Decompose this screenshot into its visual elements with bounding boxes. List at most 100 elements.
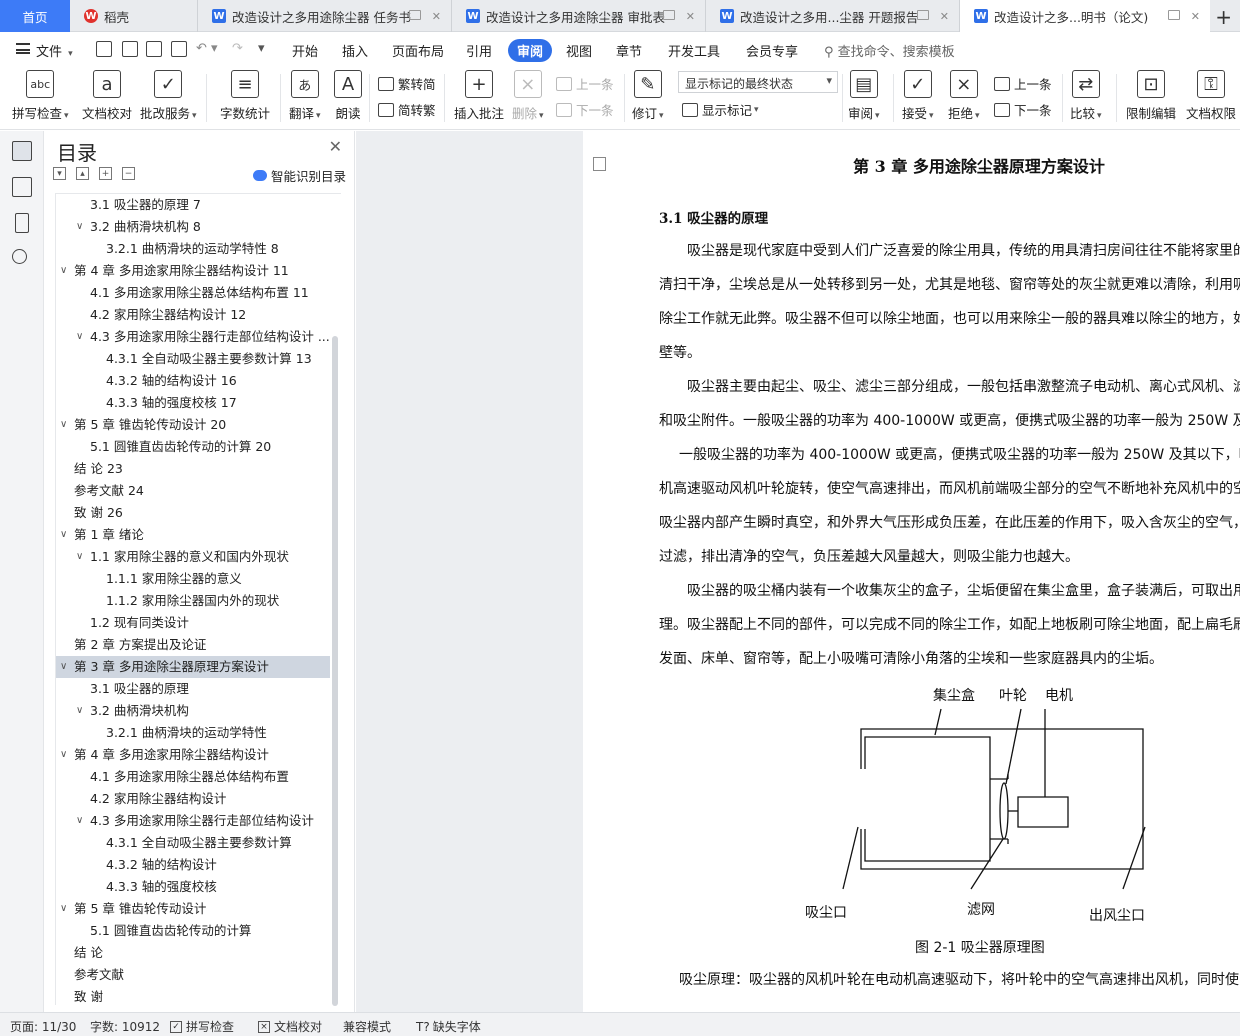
- menu-file[interactable]: 文件 ▾: [36, 41, 73, 60]
- toc-item[interactable]: ∨ 第 5 章 锥齿轮传动设计 20: [56, 414, 330, 436]
- print-icon[interactable]: [146, 41, 162, 57]
- save-icon[interactable]: [96, 41, 112, 57]
- menu-review[interactable]: 审阅: [508, 39, 553, 62]
- toc-item[interactable]: ∨ 第 4 章 多用途家用除尘器结构设计: [56, 744, 330, 766]
- toc-item[interactable]: 4.3.1 全自动吸尘器主要参数计算 13: [56, 348, 330, 370]
- menu-reference[interactable]: 引用: [466, 41, 492, 60]
- chevron-down-icon[interactable]: ∨: [60, 656, 67, 678]
- pin-icon[interactable]: [409, 10, 421, 20]
- track-changes-button[interactable]: ✎ 修订 ▾: [632, 70, 664, 122]
- toc-item[interactable]: 4.3.3 轴的强度校核 17: [56, 392, 330, 414]
- expand-up-icon[interactable]: ▴: [76, 167, 89, 180]
- undo-icon[interactable]: ↶ ▾: [196, 41, 218, 56]
- toc-item[interactable]: 3.2.1 曲柄滑块的运动学特性: [56, 722, 330, 744]
- toc-item[interactable]: 4.1 多用途家用除尘器总体结构布置 11: [56, 282, 330, 304]
- doc-proof-button[interactable]: a 文档校对: [82, 70, 132, 122]
- toc-item[interactable]: 3.1 吸尘器的原理: [56, 678, 330, 700]
- tab-docer[interactable]: W 稻壳: [70, 0, 198, 32]
- menu-dev-tools[interactable]: 开发工具: [668, 41, 720, 60]
- chevron-down-icon[interactable]: ∨: [76, 700, 83, 722]
- toc-item[interactable]: 结 论 23: [56, 458, 330, 480]
- toc-item[interactable]: 致 谢 26: [56, 502, 330, 524]
- close-icon[interactable]: ✕: [1191, 10, 1200, 23]
- chevron-down-icon[interactable]: ∨: [60, 898, 67, 920]
- page-indicator[interactable]: 页面: 11/30: [10, 1018, 76, 1035]
- scrollbar[interactable]: [332, 336, 338, 1006]
- close-icon[interactable]: ✕: [686, 10, 695, 23]
- compare-button[interactable]: ⇄ 比较 ▾: [1070, 70, 1102, 122]
- search-icon[interactable]: [12, 249, 27, 264]
- to-simplified-button[interactable]: 简转繁: [378, 100, 436, 119]
- toc-item[interactable]: ∨ 3.2 曲柄滑块机构: [56, 700, 330, 722]
- new-tab-button[interactable]: +: [1215, 5, 1232, 29]
- restrict-edit-button[interactable]: ⊡ 限制编辑: [1126, 70, 1176, 122]
- toc-item[interactable]: 5.1 圆锥直齿齿轮传动的计算 20: [56, 436, 330, 458]
- chevron-down-icon[interactable]: ∨: [60, 414, 67, 436]
- insert-comment-button[interactable]: + 插入批注: [454, 70, 504, 122]
- menu-start[interactable]: 开始: [292, 41, 318, 60]
- word-count[interactable]: 字数: 10912: [90, 1018, 160, 1035]
- tab-home[interactable]: 首页: [0, 0, 70, 32]
- read-aloud-button[interactable]: A 朗读: [334, 70, 362, 122]
- toc-item[interactable]: 4.3.1 全自动吸尘器主要参数计算: [56, 832, 330, 854]
- accept-button[interactable]: ✓ 接受 ▾: [902, 70, 934, 122]
- redo-icon[interactable]: ↷: [232, 41, 243, 56]
- menu-page-layout[interactable]: 页面布局: [392, 41, 444, 60]
- pin-icon[interactable]: [1168, 10, 1180, 20]
- delete-comment-button[interactable]: × 删除 ▾: [512, 70, 544, 122]
- chevron-down-icon[interactable]: ∨: [76, 216, 83, 238]
- tab-proposal[interactable]: W 改造设计之多用...尘器 开题报告 ✕: [706, 0, 960, 32]
- command-search[interactable]: ⚲ 查找命令、搜索模板: [824, 41, 955, 60]
- smart-toc-button[interactable]: 智能识别目录: [252, 166, 346, 185]
- batch-service-button[interactable]: ✓ 批改服务 ▾: [140, 70, 197, 122]
- hamburger-icon[interactable]: [16, 43, 30, 54]
- menu-member[interactable]: 会员专享: [746, 41, 798, 60]
- spell-check-button[interactable]: abc 拼写检查 ▾: [12, 70, 69, 122]
- toc-item[interactable]: ∨ 3.2 曲柄滑块机构 8: [56, 216, 330, 238]
- toc-item[interactable]: ∨ 第 5 章 锥齿轮传动设计: [56, 898, 330, 920]
- toc-item[interactable]: 1.1.1 家用除尘器的意义: [56, 568, 330, 590]
- toc-item[interactable]: 4.3.3 轴的强度校核: [56, 876, 330, 898]
- toc-item[interactable]: 1.2 现有同类设计: [56, 612, 330, 634]
- chevron-down-icon[interactable]: ∨: [60, 744, 67, 766]
- toc-item[interactable]: 致 谢: [56, 986, 330, 1005]
- chevron-down-icon[interactable]: ∨: [76, 546, 83, 568]
- tab-task-book[interactable]: W 改造设计之多用途除尘器 任务书 ✕: [198, 0, 452, 32]
- prev-comment-button[interactable]: 上一条: [556, 74, 614, 93]
- collapse-icon[interactable]: ▾: [53, 167, 66, 180]
- toc-item[interactable]: 3.1 吸尘器的原理 7: [56, 194, 330, 216]
- chevron-down-icon[interactable]: ∨: [76, 810, 83, 832]
- toc-item[interactable]: ∨ 第 4 章 多用途家用除尘器结构设计 11: [56, 260, 330, 282]
- show-markup-button[interactable]: 显示标记 ▾: [682, 100, 759, 119]
- pin-icon[interactable]: [663, 10, 675, 20]
- tab-thesis[interactable]: W 改造设计之多...明书（论文) ✕: [960, 0, 1210, 32]
- toc-item[interactable]: ∨ 第 3 章 多用途除尘器原理方案设计: [56, 656, 330, 678]
- print-preview-icon[interactable]: [171, 41, 187, 57]
- toc-item[interactable]: 4.3.2 轴的结构设计: [56, 854, 330, 876]
- toc-item[interactable]: ∨ 4.3 多用途家用除尘器行走部位结构设计: [56, 810, 330, 832]
- toc-item[interactable]: 结 论: [56, 942, 330, 964]
- add-icon[interactable]: +: [99, 167, 112, 180]
- toc-item[interactable]: ∨ 第 1 章 绪论: [56, 524, 330, 546]
- chevron-down-icon[interactable]: ∨: [60, 260, 67, 282]
- toc-item[interactable]: 参考文献 24: [56, 480, 330, 502]
- next-change-button[interactable]: 下一条: [994, 100, 1052, 119]
- toc-item[interactable]: 5.1 圆锥直齿齿轮传动的计算: [56, 920, 330, 942]
- word-count-button[interactable]: ≡ 字数统计: [220, 70, 270, 122]
- toc-item[interactable]: 参考文献: [56, 964, 330, 986]
- toc-item[interactable]: 4.2 家用除尘器结构设计: [56, 788, 330, 810]
- menu-chapter[interactable]: 章节: [616, 41, 642, 60]
- spell-check-toggle[interactable]: ✓ 拼写检查: [170, 1018, 234, 1035]
- nav-pane-icon[interactable]: [12, 177, 32, 197]
- export-pdf-icon[interactable]: [122, 41, 138, 57]
- toc-item[interactable]: 1.1.2 家用除尘器国内外的现状: [56, 590, 330, 612]
- remove-icon[interactable]: −: [122, 167, 135, 180]
- proof-toggle[interactable]: × 文档校对: [258, 1018, 322, 1035]
- missing-font-button[interactable]: T? 缺失字体: [416, 1018, 481, 1035]
- pin-icon[interactable]: [917, 10, 929, 20]
- close-icon[interactable]: ✕: [940, 10, 949, 23]
- close-icon[interactable]: ✕: [432, 10, 441, 23]
- translate-button[interactable]: あ 翻译 ▾: [289, 70, 321, 122]
- toc-item[interactable]: 3.2.1 曲柄滑块的运动学特性 8: [56, 238, 330, 260]
- toc-item[interactable]: ∨ 1.1 家用除尘器的意义和国内外现状: [56, 546, 330, 568]
